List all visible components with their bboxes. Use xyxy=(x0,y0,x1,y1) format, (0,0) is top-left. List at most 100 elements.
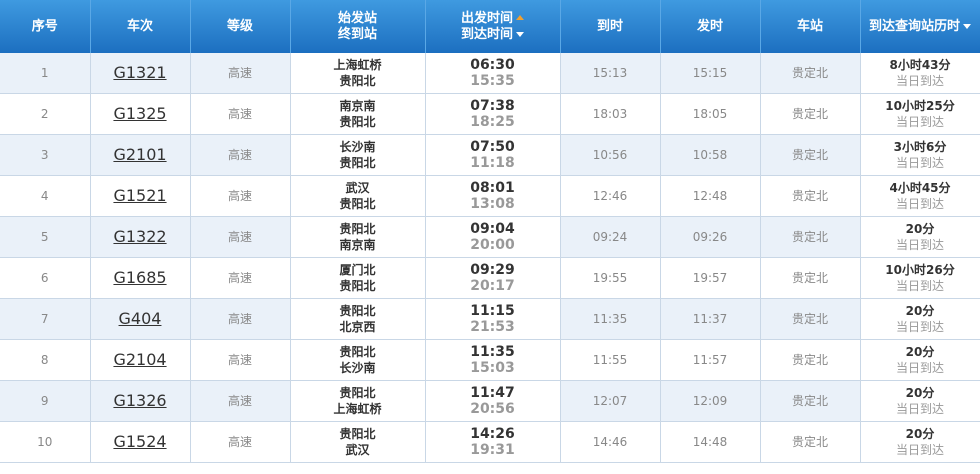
cell-depart: 09:26 xyxy=(660,216,761,258)
cell-train: G1322 xyxy=(90,216,191,258)
train-link[interactable]: G1321 xyxy=(113,63,166,82)
cell-depart: 12:48 xyxy=(660,175,761,217)
cell-seq: 3 xyxy=(0,134,91,176)
start-station: 贵阳北 xyxy=(339,427,376,441)
cell-station: 贵定北 xyxy=(760,175,861,217)
table-row: 7 G404 高速 贵阳北 北京西 11:15 21:53 11:35 11:3… xyxy=(0,298,980,340)
same-day: 当日到达 xyxy=(895,197,944,211)
cell-stations: 武汉 贵阳北 xyxy=(290,175,426,217)
cell-seq: 6 xyxy=(0,257,91,299)
same-day: 当日到达 xyxy=(895,443,944,457)
train-link[interactable]: G404 xyxy=(119,309,162,328)
same-day: 当日到达 xyxy=(895,361,944,375)
dep-time: 07:50 xyxy=(470,139,515,155)
cell-grade: 高速 xyxy=(190,257,291,299)
train-link[interactable]: G1322 xyxy=(113,227,166,246)
train-table: 序号 车次 等级 始发站 终到站 出发时间 到达时间 到时 发时 车站 到达查询… xyxy=(0,0,980,463)
cell-times: 11:47 20:56 xyxy=(425,380,561,422)
duration: 20分 xyxy=(905,222,935,236)
same-day: 当日到达 xyxy=(895,279,944,293)
cell-depart: 12:09 xyxy=(660,380,761,422)
cell-duration: 20分 当日到达 xyxy=(860,216,980,258)
cell-grade: 高速 xyxy=(190,339,291,381)
cell-times: 09:29 20:17 xyxy=(425,257,561,299)
cell-train: G1321 xyxy=(90,53,191,94)
same-day: 当日到达 xyxy=(895,115,944,129)
dep-time: 14:26 xyxy=(470,426,515,442)
cell-depart: 11:57 xyxy=(660,339,761,381)
end-station: 南京南 xyxy=(339,238,376,252)
cell-duration: 4小时45分 当日到达 xyxy=(860,175,980,217)
header-dep-time: 出发时间 xyxy=(460,10,513,26)
cell-arrive: 12:46 xyxy=(560,175,661,217)
cell-train: G2101 xyxy=(90,134,191,176)
cell-arrive: 09:24 xyxy=(560,216,661,258)
start-station: 贵阳北 xyxy=(339,345,376,359)
cell-duration: 20分 当日到达 xyxy=(860,339,980,381)
table-row: 5 G1322 高速 贵阳北 南京南 09:04 20:00 09:24 09:… xyxy=(0,216,980,258)
cell-seq: 9 xyxy=(0,380,91,422)
cell-station: 贵定北 xyxy=(760,421,861,463)
cell-station: 贵定北 xyxy=(760,298,861,340)
cell-grade: 高速 xyxy=(190,216,291,258)
train-link[interactable]: G1325 xyxy=(113,104,166,123)
cell-grade: 高速 xyxy=(190,93,291,135)
cell-duration: 10小时25分 当日到达 xyxy=(860,93,980,135)
header-duration: 到达查询站历时 xyxy=(868,18,960,34)
cell-stations: 贵阳北 上海虹桥 xyxy=(290,380,426,422)
train-link[interactable]: G1326 xyxy=(113,391,166,410)
cell-station: 贵定北 xyxy=(760,216,861,258)
header-duration-sort[interactable]: 到达查询站历时 xyxy=(860,0,980,53)
header-stations: 始发站 终到站 xyxy=(290,0,426,53)
cell-duration: 10小时26分 当日到达 xyxy=(860,257,980,299)
cell-duration: 20分 当日到达 xyxy=(860,421,980,463)
cell-times: 08:01 13:08 xyxy=(425,175,561,217)
header-seq: 序号 xyxy=(0,0,91,53)
duration: 10小时26分 xyxy=(885,263,955,277)
train-link[interactable]: G2104 xyxy=(113,350,166,369)
cell-arrive: 11:55 xyxy=(560,339,661,381)
cell-times: 11:15 21:53 xyxy=(425,298,561,340)
start-station: 上海虹桥 xyxy=(333,58,382,72)
header-station: 车站 xyxy=(760,0,861,53)
cell-arrive: 19:55 xyxy=(560,257,661,299)
cell-grade: 高速 xyxy=(190,380,291,422)
cell-train: G404 xyxy=(90,298,191,340)
start-station: 贵阳北 xyxy=(339,304,376,318)
end-station: 贵阳北 xyxy=(339,197,376,211)
start-station: 长沙南 xyxy=(339,140,376,154)
cell-grade: 高速 xyxy=(190,175,291,217)
cell-train: G1521 xyxy=(90,175,191,217)
table-row: 9 G1326 高速 贵阳北 上海虹桥 11:47 20:56 12:07 12… xyxy=(0,380,980,422)
table-row: 3 G2101 高速 长沙南 贵阳北 07:50 11:18 10:56 10:… xyxy=(0,134,980,176)
start-station: 贵阳北 xyxy=(339,222,376,236)
cell-times: 06:30 15:35 xyxy=(425,53,561,94)
cell-stations: 南京南 贵阳北 xyxy=(290,93,426,135)
duration: 20分 xyxy=(905,386,935,400)
same-day: 当日到达 xyxy=(895,320,944,334)
end-station: 北京西 xyxy=(339,320,376,334)
cell-seq: 5 xyxy=(0,216,91,258)
header-arrive: 到时 xyxy=(560,0,661,53)
cell-train: G1326 xyxy=(90,380,191,422)
end-station: 上海虹桥 xyxy=(333,402,382,416)
triangle-down-icon xyxy=(963,23,971,29)
start-station: 南京南 xyxy=(339,99,376,113)
cell-duration: 3小时6分 当日到达 xyxy=(860,134,980,176)
cell-times: 07:38 18:25 xyxy=(425,93,561,135)
arr-time: 20:17 xyxy=(470,278,515,294)
triangle-down-icon xyxy=(516,31,524,37)
arr-time: 19:31 xyxy=(470,442,515,458)
same-day: 当日到达 xyxy=(895,402,944,416)
table-row: 8 G2104 高速 贵阳北 长沙南 11:35 15:03 11:55 11:… xyxy=(0,339,980,381)
duration: 20分 xyxy=(905,304,935,318)
table-row: 4 G1521 高速 武汉 贵阳北 08:01 13:08 12:46 12:4… xyxy=(0,175,980,217)
cell-grade: 高速 xyxy=(190,134,291,176)
train-link[interactable]: G1685 xyxy=(113,268,166,287)
arr-time: 15:03 xyxy=(470,360,515,376)
header-times-sort[interactable]: 出发时间 到达时间 xyxy=(425,0,561,53)
train-link[interactable]: G1521 xyxy=(113,186,166,205)
cell-stations: 贵阳北 北京西 xyxy=(290,298,426,340)
train-link[interactable]: G2101 xyxy=(113,145,166,164)
train-link[interactable]: G1524 xyxy=(113,432,166,451)
